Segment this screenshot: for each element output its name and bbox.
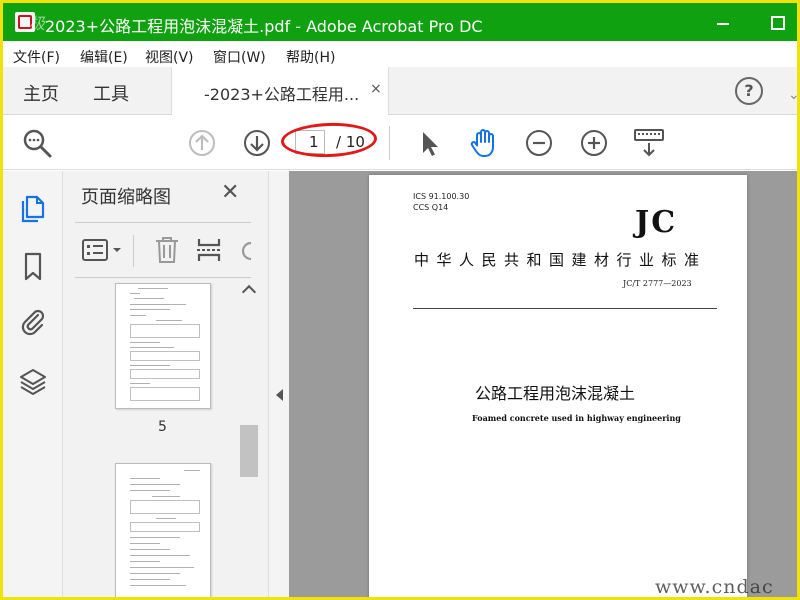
page-up-icon[interactable] <box>186 127 218 159</box>
layers-icon[interactable] <box>18 367 48 397</box>
overflow-icon[interactable]: ⌄ <box>788 87 797 103</box>
ccs-code: CCS Q14 <box>413 203 449 212</box>
standard-brand: JC <box>635 205 678 240</box>
hand-icon[interactable] <box>468 127 500 159</box>
scroll-up-icon[interactable] <box>241 284 257 300</box>
standard-number: JC/T 2777—2023 <box>623 279 692 288</box>
divider-line <box>413 308 717 309</box>
toolbar-divider <box>389 126 390 160</box>
bookmark-icon[interactable] <box>18 251 48 281</box>
pdf-page: ICS 91.100.30 CCS Q14 JC 中华人民共和国建材行业标准 J… <box>369 175 747 597</box>
app-window: 极 2023+公路工程用泡沫混凝土.pdf - Adobe Acrobat Pr… <box>0 0 800 600</box>
rotate-icon[interactable] <box>235 235 251 265</box>
keyboard-scroll-icon[interactable] <box>633 127 665 159</box>
document-tab-label: -2023+公路工程用... <box>204 85 360 104</box>
thumbnail-scrollbar[interactable] <box>239 283 259 597</box>
thumbnail-page-6[interactable] <box>115 463 211 597</box>
title-bar[interactable]: 极 2023+公路工程用泡沫混凝土.pdf - Adobe Acrobat Pr… <box>3 3 797 41</box>
help-icon[interactable]: ? <box>735 77 763 105</box>
menu-bar: 文件(F) 编辑(E) 视图(V) 窗口(W) 帮助(H) <box>3 41 797 67</box>
attachment-icon[interactable] <box>18 307 48 337</box>
navigation-rail <box>3 171 63 597</box>
tab-home[interactable]: 主页 <box>23 80 59 106</box>
zoom-out-icon[interactable] <box>523 127 555 159</box>
search-icon[interactable] <box>21 127 53 159</box>
page-thumbnails-panel: 页面缩略图 ✕ 5 <box>63 171 269 597</box>
zoom-in-icon[interactable] <box>578 127 610 159</box>
main-toolbar: 1 / 10 <box>3 116 797 170</box>
extract-pages-icon[interactable] <box>195 235 223 265</box>
collapse-panel-icon[interactable] <box>276 389 283 401</box>
maximize-button[interactable] <box>765 11 789 33</box>
thumbnail-page-number: 5 <box>158 419 167 435</box>
red-highlight-ellipse <box>280 121 378 159</box>
ics-code: ICS 91.100.30 <box>413 192 470 201</box>
pages-icon[interactable] <box>18 193 48 223</box>
menu-file[interactable]: 文件(F) <box>13 47 60 67</box>
options-icon[interactable] <box>81 237 127 265</box>
window-title: 2023+公路工程用泡沫混凝土.pdf - Adobe Acrobat Pro … <box>45 17 483 36</box>
trash-icon[interactable] <box>153 235 181 265</box>
thumbnail-page-5[interactable] <box>115 283 211 409</box>
panel-splitter[interactable] <box>269 171 289 597</box>
document-view[interactable]: ICS 91.100.30 CCS Q14 JC 中华人民共和国建材行业标准 J… <box>289 171 797 598</box>
scrollbar-thumb[interactable] <box>240 425 258 477</box>
select-arrow-icon[interactable] <box>413 127 445 159</box>
toolbar-divider <box>133 235 134 267</box>
tab-tools[interactable]: 工具 <box>93 80 129 106</box>
tab-document[interactable]: -2023+公路工程用... × <box>171 67 389 115</box>
tab-bar: 主页 工具 -2023+公路工程用... × ? ⌄ <box>3 67 797 115</box>
close-tab-button[interactable]: × <box>370 81 382 97</box>
menu-edit[interactable]: 编辑(E) <box>80 47 128 67</box>
title-watermark: 极 <box>29 14 46 33</box>
menu-view[interactable]: 视图(V) <box>145 47 194 67</box>
thumbnail-toolbar <box>75 222 251 278</box>
standard-heading: 中华人民共和国建材行业标准 <box>414 251 707 269</box>
document-title-en: Foamed concrete used in highway engineer… <box>472 413 681 423</box>
page-down-icon[interactable] <box>241 127 273 159</box>
menu-window[interactable]: 窗口(W) <box>213 47 266 67</box>
panel-title: 页面缩略图 <box>81 187 171 208</box>
site-watermark: www.cndac <box>655 576 774 598</box>
menu-help[interactable]: 帮助(H) <box>286 47 335 67</box>
minimize-button[interactable] <box>711 11 735 33</box>
document-title-cn: 公路工程用泡沫混凝土 <box>475 384 636 403</box>
close-panel-button[interactable]: ✕ <box>221 180 239 205</box>
